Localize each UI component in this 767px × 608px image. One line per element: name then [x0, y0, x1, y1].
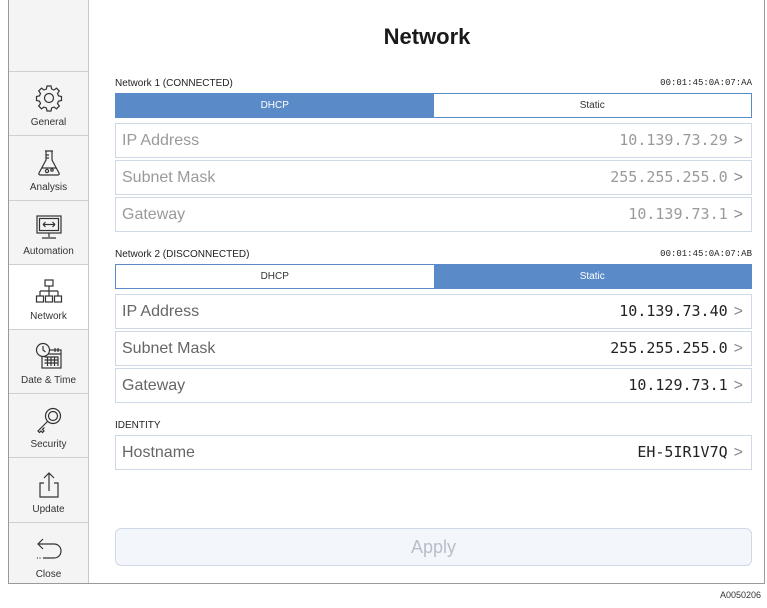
field-label: IP Address [122, 131, 200, 149]
field-label: Gateway [122, 376, 186, 394]
apply-button[interactable]: Apply [115, 528, 752, 566]
chevron-right-icon: > [733, 169, 743, 186]
network1-mode-toggle: DHCP Static [115, 93, 752, 118]
sidebar: General Analysis Automation Network Date… [9, 0, 89, 583]
field-value: 255.255.255.0 [610, 339, 728, 357]
sidebar-item-label: Date & Time [20, 374, 77, 386]
sidebar-item-label: Network [30, 310, 67, 322]
network1-gateway-row[interactable]: Gateway 10.139.73.1 > [115, 197, 752, 232]
calendar-clock-icon [35, 342, 62, 369]
network2-status-label: Network 2 (DISCONNECTED) [115, 249, 250, 260]
network2-subnet-mask-row[interactable]: Subnet Mask 255.255.255.0 > [115, 331, 752, 366]
identity-label: IDENTITY [115, 420, 161, 431]
network-icon [35, 278, 62, 303]
sidebar-item-general[interactable]: General [9, 72, 88, 137]
sidebar-item-label: Automation [23, 246, 74, 258]
sidebar-item-close[interactable]: Close [9, 523, 88, 587]
sidebar-header [9, 0, 88, 72]
back-arrow-icon [36, 538, 62, 559]
chevron-right-icon: > [733, 303, 743, 320]
network1-ip-address-row[interactable]: IP Address 10.139.73.29 > [115, 123, 752, 158]
network1-dhcp-option[interactable]: DHCP [116, 94, 434, 117]
network2-mac-address: 00:01:45:0A:07:AB [660, 249, 752, 259]
network1-static-option[interactable]: Static [433, 94, 751, 117]
network2-ip-address-row[interactable]: IP Address 10.139.73.40 > [115, 294, 752, 329]
field-label: Subnet Mask [122, 168, 216, 186]
sidebar-item-update[interactable]: Update [9, 458, 88, 523]
network2-dhcp-option[interactable]: DHCP [116, 265, 434, 288]
chevron-right-icon: > [733, 444, 743, 461]
sidebar-item-automation[interactable]: Automation [9, 201, 88, 266]
network2-gateway-row[interactable]: Gateway 10.129.73.1 > [115, 368, 752, 403]
sidebar-item-security[interactable]: Security [9, 394, 88, 459]
field-value: 255.255.255.0 [610, 168, 728, 186]
chevron-right-icon: > [733, 340, 743, 357]
key-icon [36, 408, 61, 434]
sidebar-item-label: Update [32, 503, 65, 515]
gear-icon [35, 85, 62, 112]
network1-header: Network 1 (CONNECTED) 00:01:45:0A:07:AA [115, 78, 752, 89]
field-label: IP Address [122, 302, 200, 320]
sidebar-item-label: Close [35, 569, 62, 581]
page-title: Network [383, 24, 471, 49]
identity-header: IDENTITY [115, 420, 752, 431]
sidebar-item-label: Security [30, 439, 67, 451]
chevron-right-icon: > [733, 377, 743, 394]
field-label: Hostname [122, 443, 195, 461]
network2-mode-toggle: DHCP Static [115, 264, 752, 289]
network1-mac-address: 00:01:45:0A:07:AA [660, 78, 752, 88]
field-value: 10.139.73.40 [619, 302, 728, 320]
network1-status-label: Network 1 (CONNECTED) [115, 78, 233, 89]
sidebar-item-network[interactable]: Network [9, 265, 88, 330]
hostname-row[interactable]: Hostname EH-5IR1V7Q > [115, 435, 752, 470]
upload-icon [38, 471, 59, 498]
monitor-arrows-icon [35, 215, 62, 239]
figure-code: A0050206 [719, 590, 761, 600]
network2-static-option[interactable]: Static [433, 265, 751, 288]
field-label: Gateway [122, 205, 186, 223]
chevron-right-icon: > [733, 206, 743, 223]
sidebar-item-label: Analysis [29, 181, 68, 193]
field-value: 10.129.73.1 [628, 376, 728, 394]
field-label: Subnet Mask [122, 339, 216, 357]
network2-header: Network 2 (DISCONNECTED) 00:01:45:0A:07:… [115, 249, 752, 260]
chevron-right-icon: > [733, 132, 743, 149]
network1-subnet-mask-row[interactable]: Subnet Mask 255.255.255.0 > [115, 160, 752, 195]
sidebar-item-date-time[interactable]: Date & Time [9, 330, 88, 394]
main-panel: Network Network 1 (CONNECTED) 00:01:45:0… [89, 0, 765, 583]
sidebar-item-label: General [30, 117, 67, 129]
flask-icon [37, 150, 60, 176]
field-value: 10.139.73.1 [628, 205, 728, 223]
settings-window: General Analysis Automation Network Date… [8, 0, 765, 584]
field-value: EH-5IR1V7Q [637, 443, 728, 461]
sidebar-item-analysis[interactable]: Analysis [9, 136, 88, 201]
field-value: 10.139.73.29 [619, 131, 728, 149]
